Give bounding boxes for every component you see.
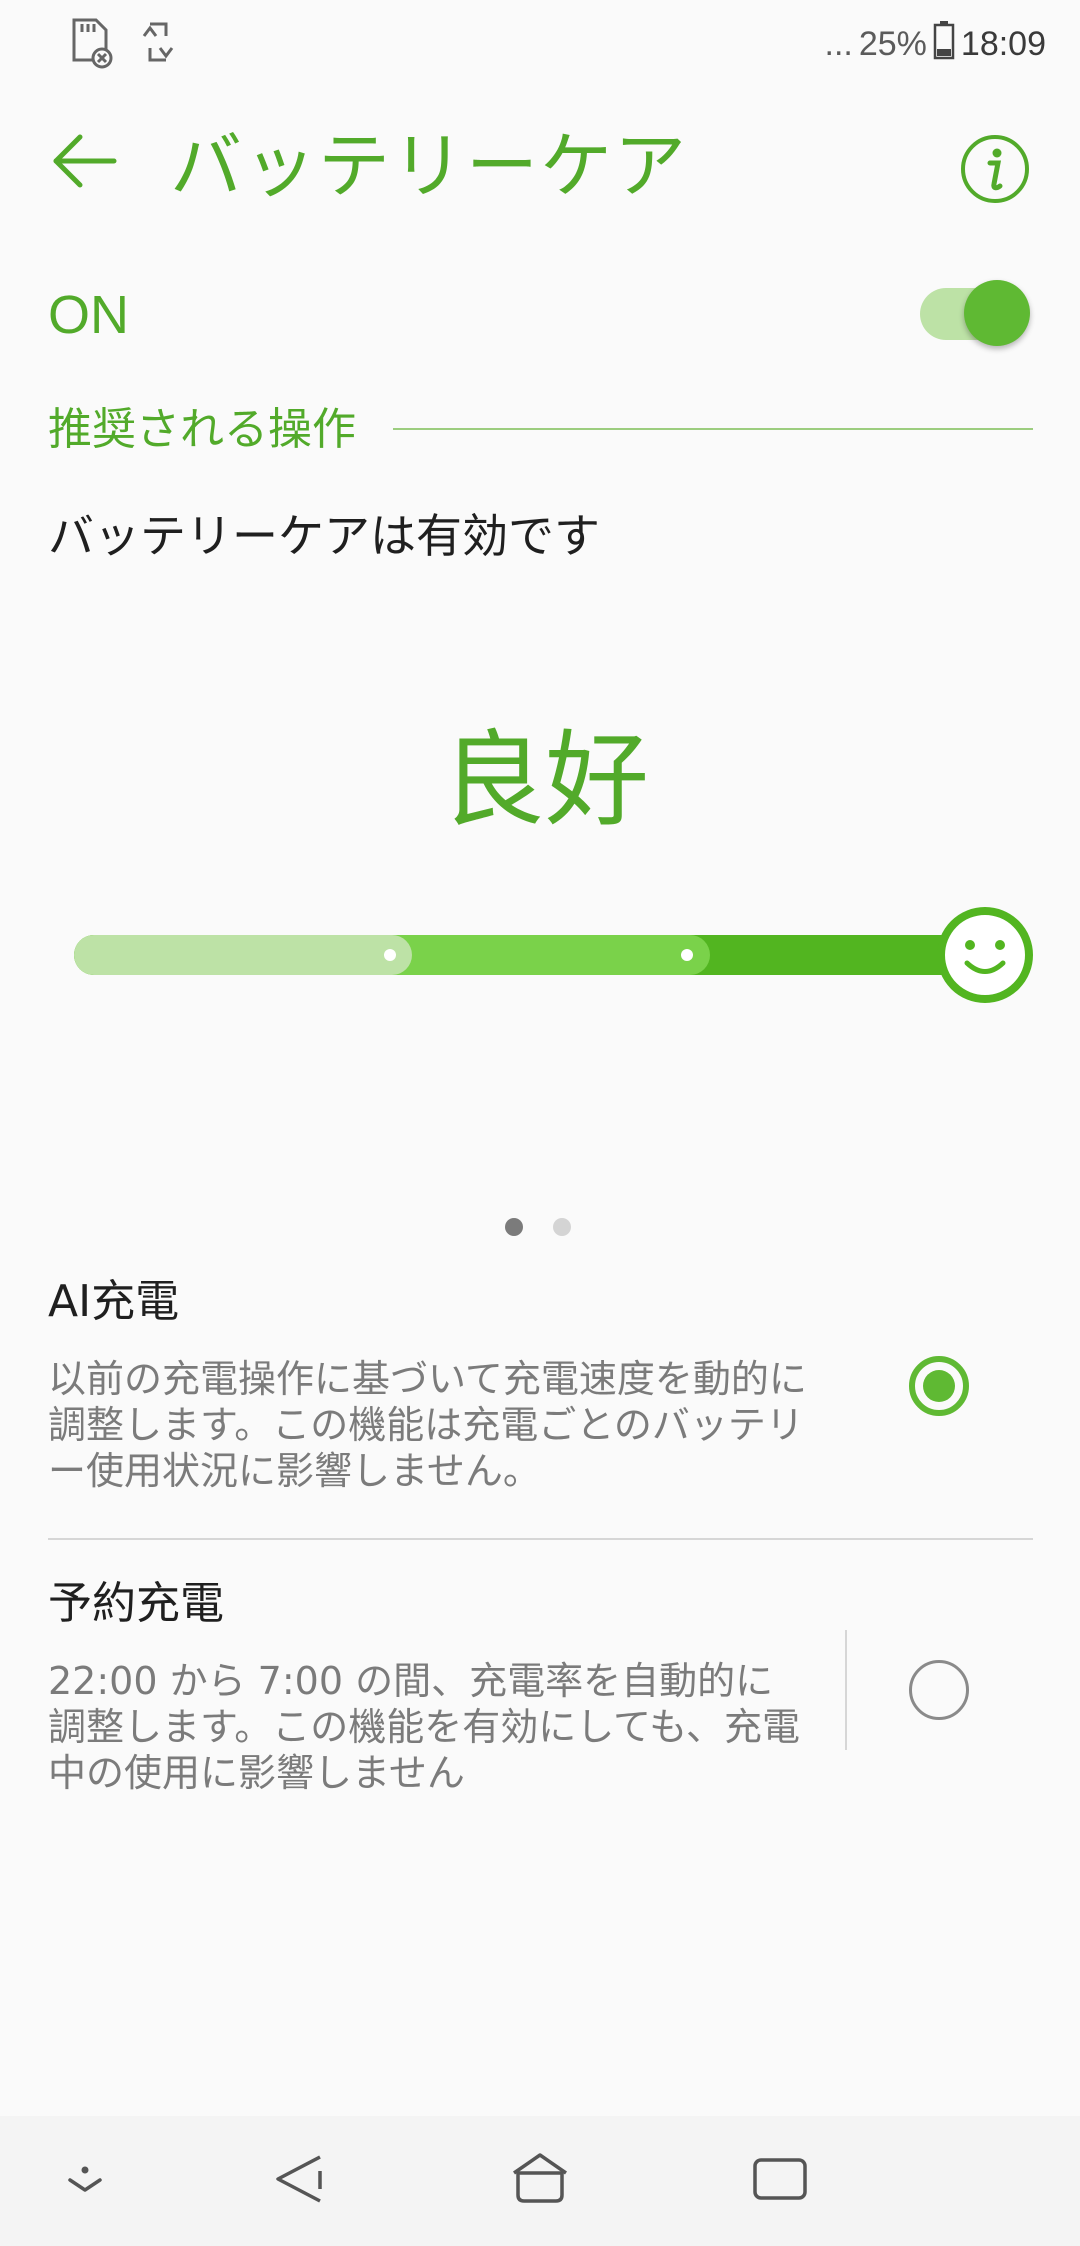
smiley-face-icon <box>937 907 1033 1003</box>
option-title: AI充電 <box>48 1276 180 1327</box>
option-description: 22:00 から 7:00 の間、充電率を自動的に調整します。この機能を有効にし… <box>48 1659 801 1795</box>
clock: 18:09 <box>960 24 1046 63</box>
hide-navbar-icon <box>60 2154 110 2208</box>
nav-back-button[interactable] <box>255 2136 345 2226</box>
section-header: 推奨される操作 <box>48 404 356 455</box>
vertical-divider <box>845 1630 847 1750</box>
scheduled-charging-radio[interactable] <box>909 1660 969 1720</box>
option-scheduled-charging[interactable]: 予約充電 22:00 から 7:00 の間、充電率を自動的に調整します。この機能… <box>0 1572 1080 1832</box>
battery-percent: 25% <box>858 24 927 63</box>
status-message: バッテリーケアは有効です <box>48 509 600 563</box>
back-arrow-icon <box>50 131 120 195</box>
option-ai-charging[interactable]: AI充電 以前の充電操作に基づいて充電速度を動的に調整します。この機能は充電ごと… <box>0 1270 1080 1530</box>
page-dot-2[interactable] <box>553 1218 571 1236</box>
nav-recents-icon <box>750 2154 810 2208</box>
notification-overflow-indicator: ... <box>824 24 853 63</box>
gauge-marker-1 <box>384 949 396 961</box>
nav-recents-button[interactable] <box>735 2136 825 2226</box>
option-description: 以前の充電操作に基づいて充電速度を動的に調整します。この機能は充電ごとのバッテリ… <box>48 1357 807 1493</box>
page-title: バッテリーケア <box>170 124 689 208</box>
status-bar-right: ... 25% 18:09 <box>824 20 1046 69</box>
navigation-bar <box>0 2116 1080 2246</box>
nav-home-icon <box>508 2149 572 2213</box>
page-dot-1[interactable] <box>505 1218 523 1236</box>
page-indicator <box>505 1218 575 1238</box>
nav-home-button[interactable] <box>495 2136 585 2226</box>
status-bar: ... 25% 18:09 <box>0 0 1080 86</box>
toggle-thumb <box>964 280 1030 346</box>
section-divider <box>393 428 1033 430</box>
sync-icon <box>130 14 186 70</box>
ai-charging-radio[interactable] <box>909 1356 969 1416</box>
battery-health-gauge <box>70 900 1040 1010</box>
info-icon <box>960 134 1030 208</box>
battery-care-toggle[interactable] <box>920 280 1030 346</box>
gauge-segment-light <box>74 935 412 975</box>
battery-health-label: 良好 <box>440 719 649 841</box>
list-divider <box>48 1538 1033 1540</box>
back-button[interactable] <box>40 118 130 208</box>
info-button[interactable] <box>950 126 1040 216</box>
gauge-marker-2 <box>681 949 693 961</box>
option-title: 予約充電 <box>48 1578 224 1629</box>
sd-card-icon <box>62 14 118 70</box>
radio-selected-dot <box>923 1370 955 1402</box>
master-switch-label: ON <box>48 285 129 345</box>
hide-navbar-button[interactable] <box>40 2136 130 2226</box>
nav-back-icon <box>270 2149 330 2213</box>
battery-icon <box>933 20 955 69</box>
